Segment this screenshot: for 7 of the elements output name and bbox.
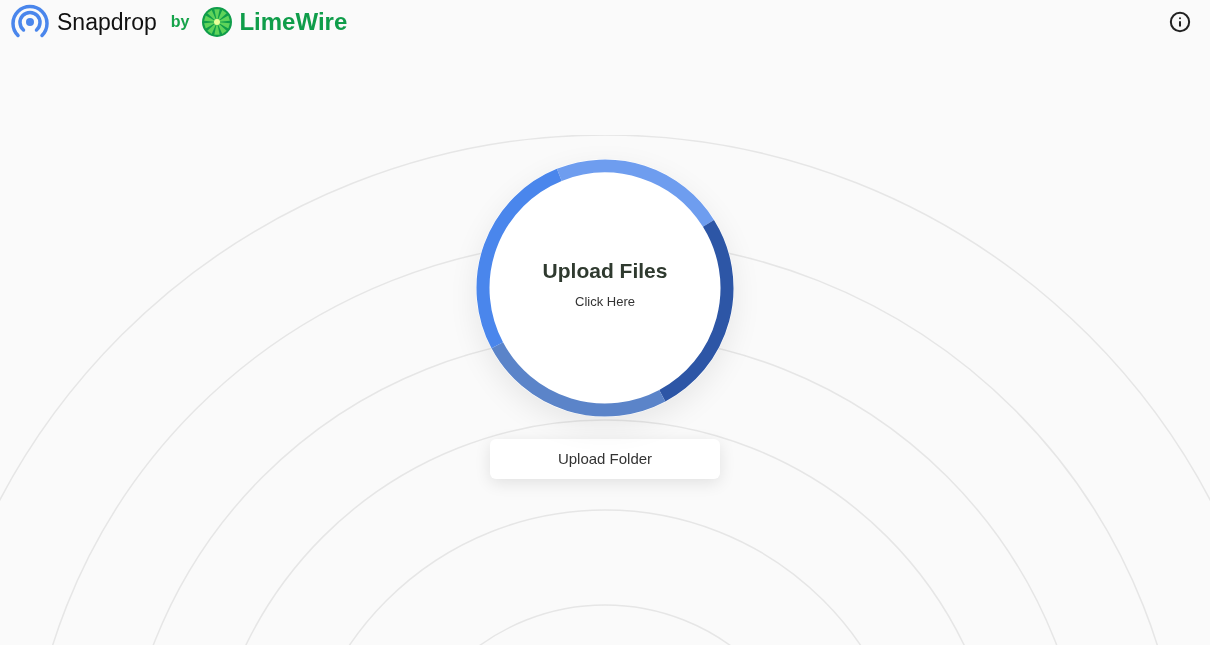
by-label: by bbox=[170, 12, 190, 32]
brand-name: Snapdrop bbox=[57, 7, 157, 37]
lime-slice-icon bbox=[201, 6, 234, 38]
upload-files-button[interactable]: Upload Files Click Here bbox=[476, 159, 734, 417]
upload-folder-button[interactable]: Upload Folder bbox=[490, 439, 720, 479]
info-button[interactable] bbox=[1169, 11, 1191, 33]
partner-name: LimeWire bbox=[239, 7, 348, 37]
